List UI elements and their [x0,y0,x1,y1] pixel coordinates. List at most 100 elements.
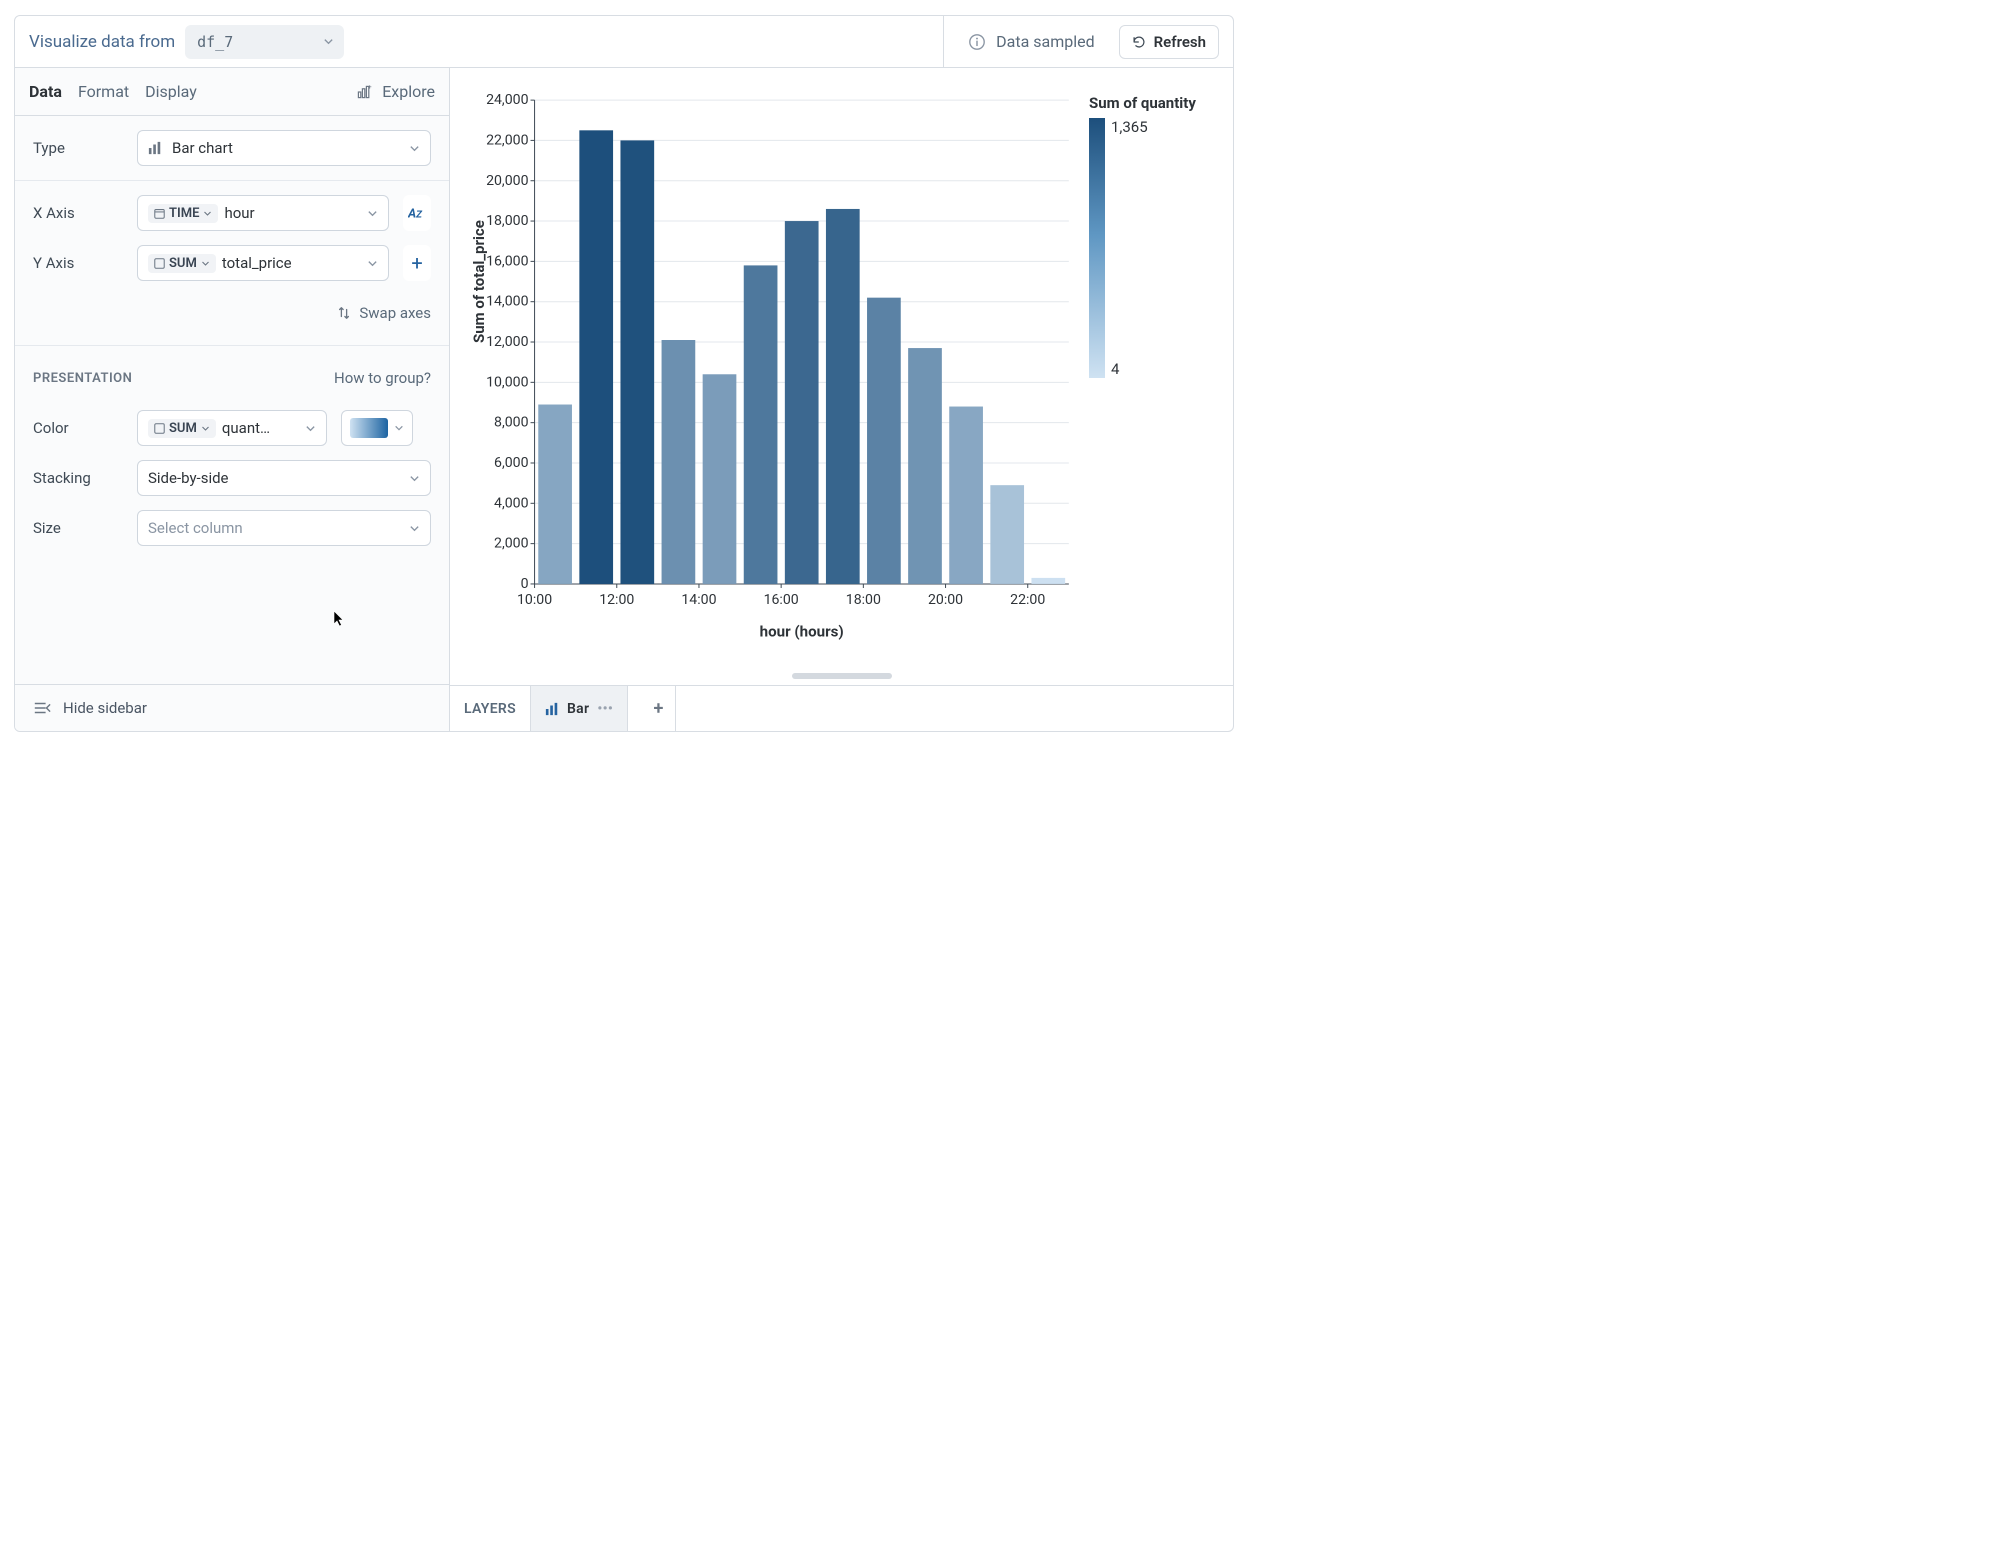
info-icon [968,33,986,51]
stacking-select[interactable]: Side-by-side [137,460,431,496]
legend-gradient-bar [1089,118,1105,378]
refresh-icon [1132,35,1146,49]
title-label: Visualize data from [29,32,175,52]
svg-text:+: + [368,84,372,91]
svg-text:22,000: 22,000 [486,132,528,148]
yaxis-label: Y Axis [33,254,123,272]
color-gradient-select[interactable] [341,410,413,446]
layer-chip-bar[interactable]: Bar ••• [530,686,628,732]
color-agg-pill[interactable]: SUM [148,419,216,438]
config-sidebar: Data Format Display + Explore Type [15,68,450,731]
refresh-label: Refresh [1154,33,1206,51]
legend-min: 4 [1111,360,1148,378]
chevron-down-icon [409,473,420,484]
svg-text:12,000: 12,000 [486,334,528,350]
swap-axes-button[interactable]: Swap axes [33,295,431,331]
size-placeholder: Select column [148,519,403,537]
chevron-down-icon [323,36,334,47]
chevron-down-icon [305,423,316,434]
legend-max: 1,365 [1111,118,1148,136]
top-bar: Visualize data from df_7 Data sampled Re… [15,16,1233,68]
xaxis-label: X Axis [33,204,123,222]
tab-format[interactable]: Format [78,82,129,101]
swap-icon [337,306,351,320]
size-label: Size [33,519,123,537]
chevron-down-icon [367,208,378,219]
svg-text:2,000: 2,000 [494,536,529,552]
xaxis-select[interactable]: TIME hour [137,195,389,231]
chart-scrollbar[interactable] [792,673,892,681]
svg-text:22:00: 22:00 [1010,592,1045,608]
xaxis-agg-pill[interactable]: TIME [148,204,218,223]
layers-header: LAYERS [464,701,516,717]
xaxis-sort-button[interactable]: AZ [403,195,431,231]
color-field-select[interactable]: SUM quant… [137,410,327,446]
swap-axes-label: Swap axes [359,304,431,322]
hide-sidebar-button[interactable]: Hide sidebar [15,684,449,731]
stacking-value: Side-by-side [148,469,403,487]
collapse-icon [33,701,51,715]
chevron-down-icon [394,423,404,433]
cursor-icon [333,610,345,628]
color-legend: Sum of quantity 1,365 4 [1089,90,1219,665]
legend-title: Sum of quantity [1089,94,1219,112]
svg-text:hour (hours): hour (hours) [760,622,844,640]
dataframe-select[interactable]: df_7 [185,25,344,59]
svg-text:14,000: 14,000 [486,294,528,310]
yaxis-select[interactable]: SUM total_price [137,245,389,281]
explore-icon: + [356,84,372,100]
color-field-value: quant… [222,419,299,437]
svg-text:16,000: 16,000 [486,253,528,269]
layer-chip-label: Bar [567,701,589,717]
add-layer-button[interactable]: + [642,686,676,732]
svg-text:10:00: 10:00 [517,592,552,608]
refresh-button[interactable]: Refresh [1119,25,1219,59]
svg-text:12:00: 12:00 [599,592,634,608]
sum-icon [154,423,165,434]
chart-y-axis-title: Sum of total_price [470,220,488,343]
data-sampled-badge: Data sampled [943,16,1118,67]
sum-icon [154,258,165,269]
calendar-icon [154,208,165,219]
svg-text:16:00: 16:00 [764,592,799,608]
how-to-group-link[interactable]: How to group? [334,369,431,387]
add-yaxis-button[interactable]: + [403,245,431,281]
bar-chart[interactable]: 0 2,000 4,000 6,000 8,000 10,000 12,000 14,000 1… [464,90,1089,665]
yaxis-field: total_price [222,254,361,272]
svg-text:10,000: 10,000 [486,374,528,390]
size-select[interactable]: Select column [137,510,431,546]
svg-text:6,000: 6,000 [494,455,529,471]
svg-text:14:00: 14:00 [681,592,716,608]
tab-data[interactable]: Data [29,82,62,101]
xaxis-field: hour [224,204,361,222]
chart-area: Sum of total_price 0 2,000 4,000 6,000 8,000… [450,68,1233,731]
stacking-label: Stacking [33,469,123,487]
svg-text:Z: Z [415,210,423,221]
hide-sidebar-label: Hide sidebar [63,699,147,717]
chevron-down-icon [367,258,378,269]
data-sampled-text: Data sampled [996,32,1094,51]
explore-label: Explore [382,82,435,101]
presentation-header: PRESENTATION [33,371,132,386]
chevron-down-icon [409,143,420,154]
dataframe-name: df_7 [197,33,233,51]
svg-text:0: 0 [521,576,529,592]
svg-text:24,000: 24,000 [486,92,528,108]
chevron-down-icon [409,523,420,534]
bar-chart-icon [545,702,559,716]
yaxis-agg-pill[interactable]: SUM [148,254,216,273]
tab-display[interactable]: Display [145,82,197,101]
gradient-swatch [350,418,388,438]
svg-text:20,000: 20,000 [486,173,528,189]
svg-text:20:00: 20:00 [928,592,963,608]
layer-menu-icon[interactable]: ••• [597,701,613,717]
chart-type-select[interactable]: Bar chart [137,130,431,166]
svg-text:8,000: 8,000 [494,415,529,431]
bar-chart-icon [148,141,162,155]
svg-text:4,000: 4,000 [494,495,529,511]
explore-button[interactable]: + Explore [356,82,435,101]
chart-type-value: Bar chart [172,139,403,157]
svg-text:A: A [408,207,416,222]
svg-text:18:00: 18:00 [846,592,881,608]
svg-text:18,000: 18,000 [486,213,528,229]
